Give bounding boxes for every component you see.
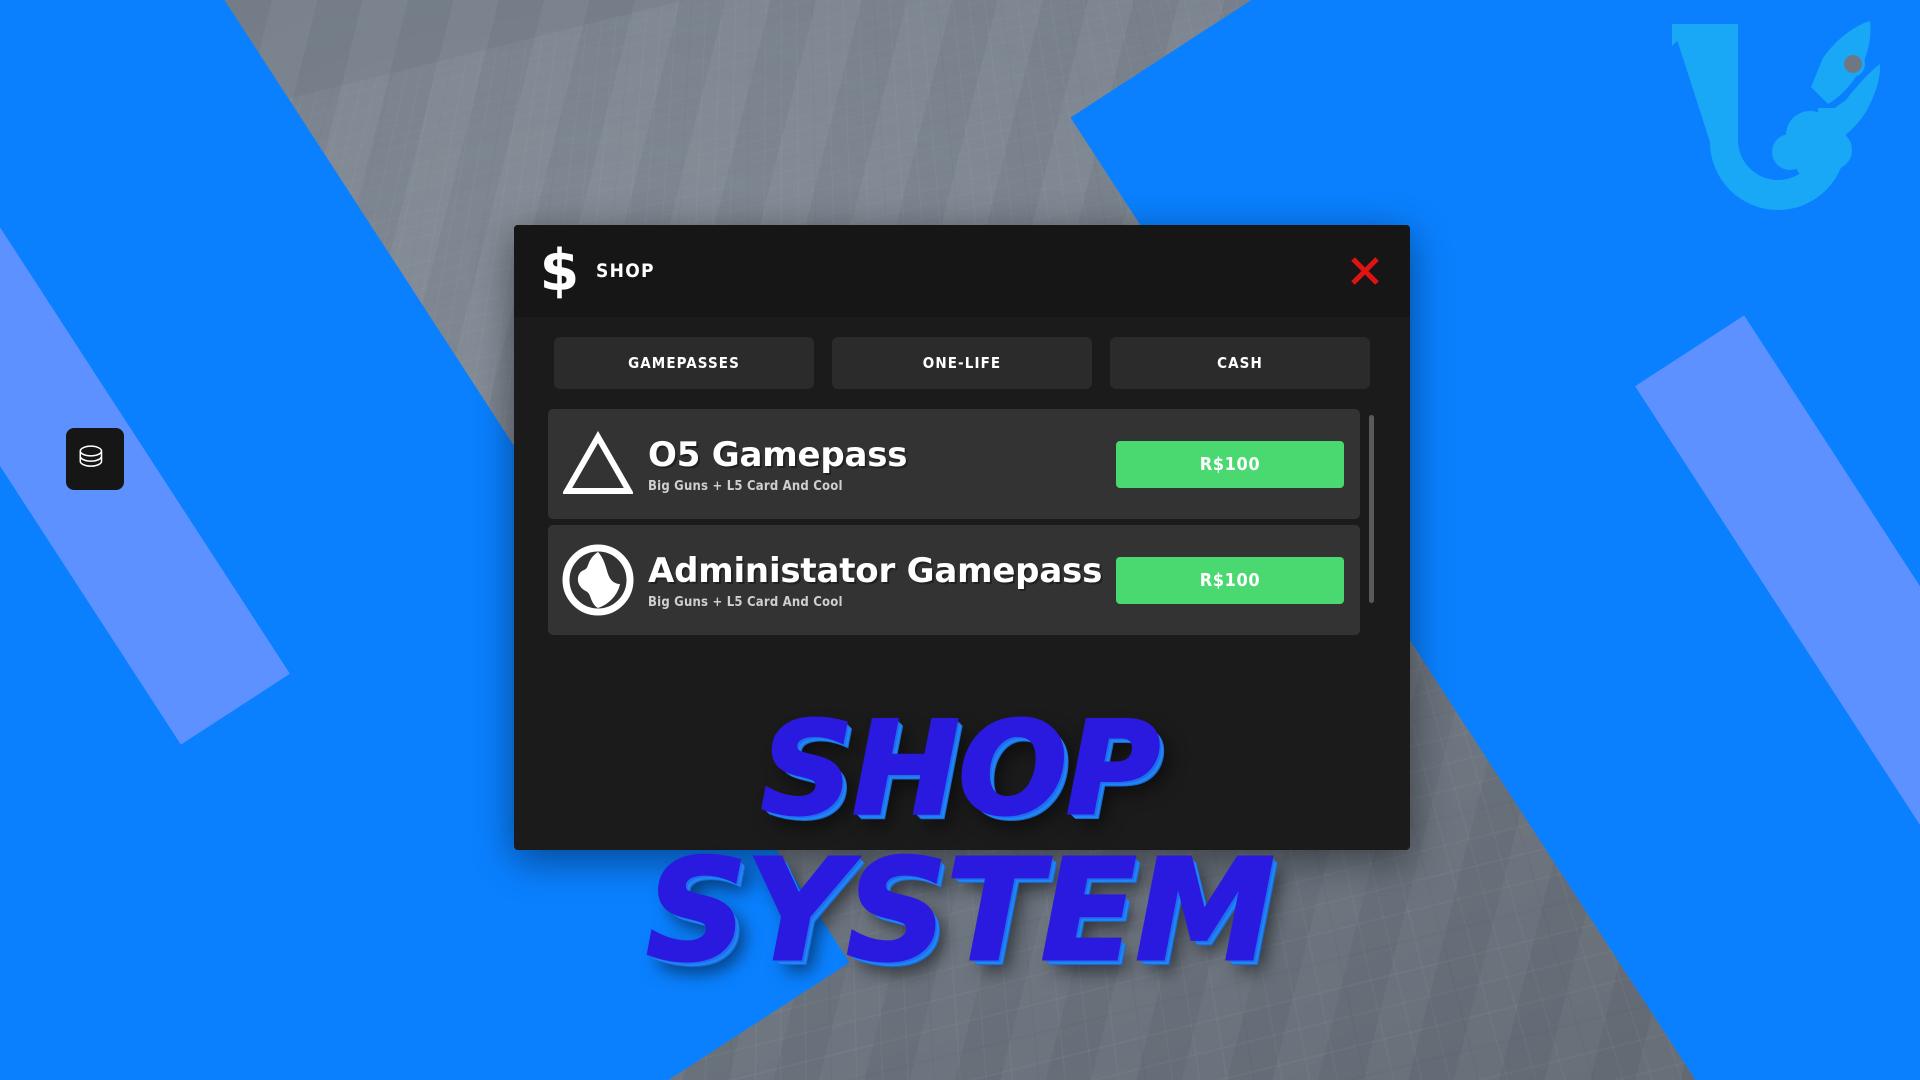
u-rocket-logo <box>1660 12 1890 227</box>
tab-cash[interactable]: CASH <box>1110 337 1370 389</box>
shop-header: $ SHOP <box>514 225 1410 317</box>
scrollbar-thumb[interactable] <box>1369 415 1374 603</box>
scene-background: ⛁ $ SHOP GAMEPASSES ONE-LIFE CASH O5 Gam… <box>0 0 1920 1080</box>
dollar-sign-icon: $ <box>538 242 580 300</box>
close-button[interactable] <box>1344 250 1386 292</box>
gamepass-subtitle: Big Guns + L5 Card And Cool <box>648 595 1116 610</box>
list-item[interactable]: O5 Gamepass Big Guns + L5 Card And Cool … <box>548 409 1360 519</box>
shop-tabs: GAMEPASSES ONE-LIFE CASH <box>514 317 1410 403</box>
shop-icon: ⛁ <box>78 440 103 475</box>
list-item-text: O5 Gamepass Big Guns + L5 Card And Cool <box>648 434 1116 494</box>
gamepass-list-wrapper: O5 Gamepass Big Guns + L5 Card And Cool … <box>548 409 1376 635</box>
triangle-outline-icon <box>560 426 636 502</box>
globe-icon <box>560 542 636 618</box>
buy-button[interactable]: R$100 <box>1116 557 1344 604</box>
close-icon <box>1348 254 1382 288</box>
tab-one-life[interactable]: ONE-LIFE <box>832 337 1092 389</box>
list-item-text: Administator Gamepass Big Guns + L5 Card… <box>648 550 1116 610</box>
list-item[interactable]: Administator Gamepass Big Guns + L5 Card… <box>548 525 1360 635</box>
gamepass-list: O5 Gamepass Big Guns + L5 Card And Cool … <box>548 409 1360 635</box>
world-shop-open-button[interactable]: ⛁ <box>66 428 124 490</box>
gamepass-title: Administator Gamepass <box>648 554 1116 589</box>
shop-panel: $ SHOP GAMEPASSES ONE-LIFE CASH O5 Gamep… <box>514 225 1410 850</box>
page-title: SHOP <box>596 260 655 282</box>
gamepass-subtitle: Big Guns + L5 Card And Cool <box>648 479 1116 494</box>
buy-button[interactable]: R$100 <box>1116 441 1344 488</box>
tab-gamepasses[interactable]: GAMEPASSES <box>554 337 814 389</box>
gamepass-title: O5 Gamepass <box>648 438 1116 473</box>
list-scrollbar[interactable] <box>1367 409 1376 635</box>
